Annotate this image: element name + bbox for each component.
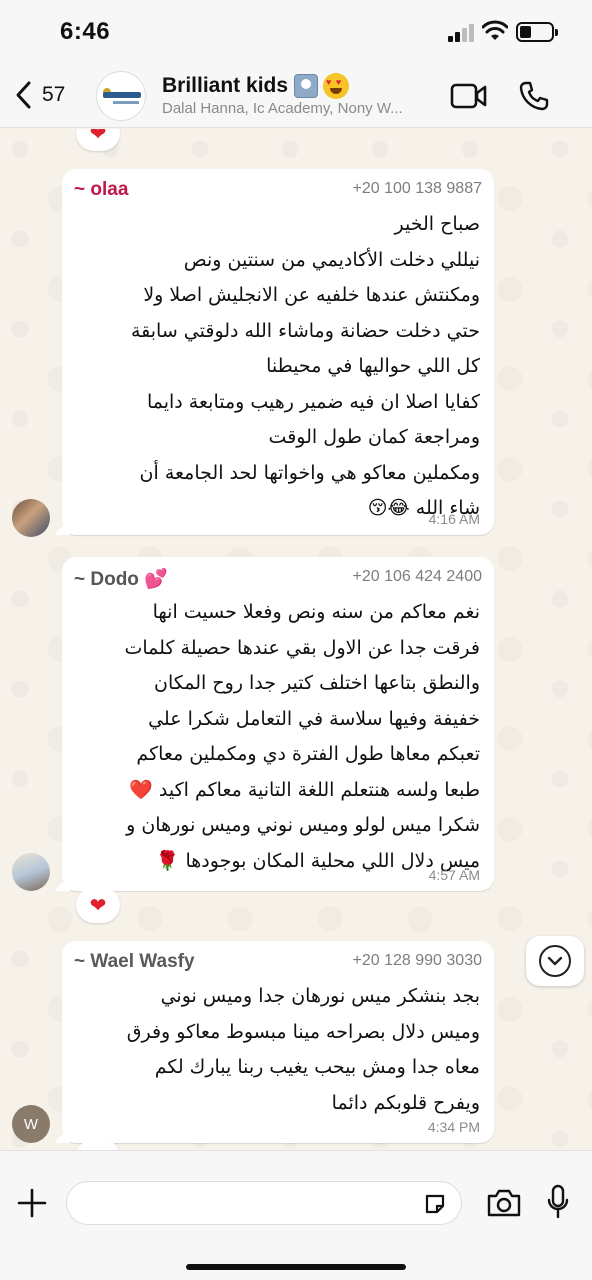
heart-reaction[interactable]: ❤ (76, 887, 120, 923)
home-indicator[interactable] (186, 1264, 406, 1270)
message-input[interactable] (66, 1181, 462, 1225)
wifi-icon (482, 20, 508, 40)
back-button[interactable]: 57 (14, 78, 65, 112)
sender-avatar[interactable] (12, 499, 50, 537)
message-time: 4:16 AM (428, 511, 480, 527)
sender-avatar[interactable] (12, 853, 50, 891)
group-avatar[interactable] (96, 71, 146, 121)
status-bar: 6:46 (0, 0, 592, 64)
sender-name[interactable]: ~ Dodo 💕 (74, 567, 168, 591)
message-text: صباح الخير نيللي دخلت الأكاديمي من سنتين… (130, 213, 480, 519)
plus-icon[interactable] (16, 1187, 48, 1219)
heart-eyes-emoji-icon (323, 73, 350, 99)
sticker-icon[interactable] (423, 1192, 447, 1216)
message-bubble[interactable]: ~ Wael Wasfy +20 128 990 3030 بجد بنشكر … (54, 941, 494, 1143)
status-time: 6:46 (60, 18, 111, 45)
chat-header: 57 Brilliant kids Dalal Hanna, Ic Academ… (0, 64, 592, 128)
phone-icon[interactable] (518, 80, 550, 112)
sender-name[interactable]: ~ olaa (74, 179, 128, 201)
message-time: 4:34 PM (427, 1119, 480, 1135)
sender-phone: +20 106 424 2400 (352, 568, 482, 585)
group-title: Brilliant kids (162, 74, 289, 97)
message-bubble[interactable]: ~ olaa +20 100 138 9887 صباح الخير نيللي… (54, 169, 494, 535)
chevron-down-icon (539, 945, 571, 977)
camera-icon[interactable] (486, 1188, 522, 1218)
sender-name[interactable]: ~ Wael Wasfy (74, 951, 195, 973)
message-bubble[interactable]: ~ Dodo 💕 +20 106 424 2400 نغم معاكم من س… (54, 557, 494, 891)
video-camera-icon[interactable] (450, 82, 488, 110)
message-text: نغم معاكم من سنه ونص وفعلا حسيت انها فرق… (124, 601, 481, 872)
group-title-row[interactable]: Brilliant kids (162, 73, 350, 99)
unread-count: 57 (42, 83, 66, 106)
group-members[interactable]: Dalal Hanna, Ic Academy, Nony W... (162, 100, 442, 117)
chevron-left-icon (16, 81, 31, 109)
cellular-signal-icon (448, 24, 476, 42)
battery-icon (516, 22, 558, 42)
message-text: بجد بنشكر ميس نورهان جدا وميس نوني وميس … (126, 985, 480, 1114)
chat-area[interactable]: ❤ ~ olaa +20 100 138 9887 صباح الخير نيل… (0, 129, 592, 1150)
sender-phone: +20 100 138 9887 (352, 180, 482, 197)
message-time: 4:57 AM (428, 867, 480, 883)
microphone-icon[interactable] (546, 1184, 570, 1220)
message-input-bar (0, 1150, 592, 1280)
scroll-to-bottom-button[interactable] (526, 936, 584, 986)
heart-reaction[interactable]: ❤ (76, 129, 120, 151)
family-emoji-icon (294, 74, 319, 98)
sender-phone: +20 128 990 3030 (352, 952, 482, 969)
sender-avatar[interactable]: W (12, 1105, 50, 1143)
